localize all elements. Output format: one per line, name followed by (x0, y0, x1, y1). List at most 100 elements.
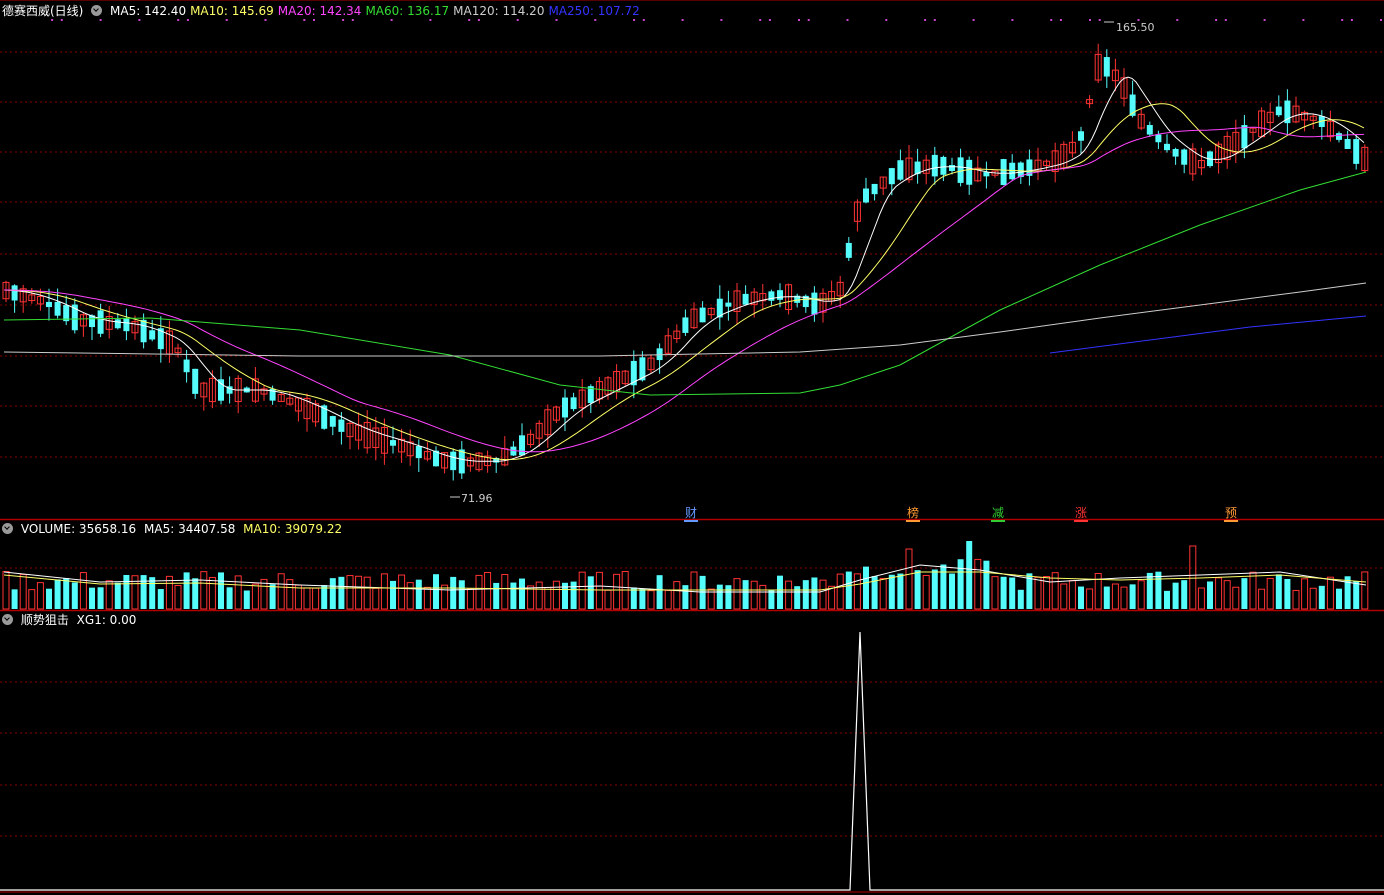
volume-bar (1009, 577, 1016, 609)
volume-bar (1223, 580, 1231, 610)
top-marker-dot (429, 19, 432, 21)
event-marker[interactable]: 预 (1224, 506, 1239, 522)
candle-body (458, 449, 465, 474)
top-marker-dot (99, 19, 102, 21)
candle-body (140, 319, 147, 343)
top-marker-dot (303, 19, 306, 21)
candle-body (983, 172, 990, 177)
top-marker-dot (1011, 19, 1014, 21)
ma20-line (4, 126, 1365, 453)
volume-bar (277, 573, 285, 610)
volume-bar (819, 579, 827, 610)
ma-legend-item: MA60: 136.17 (365, 4, 450, 18)
event-marker[interactable]: 减 (991, 506, 1006, 522)
top-marker-dot (1215, 19, 1218, 21)
candle-body (46, 301, 52, 308)
top-marker-dot (768, 19, 771, 21)
stock-title[interactable]: 德赛西威(日线) (2, 4, 83, 18)
volume-bar (1078, 586, 1084, 609)
volume-bar (949, 573, 955, 609)
volume-bar (1155, 571, 1162, 609)
volume-bar (63, 578, 70, 609)
candle-body (1172, 149, 1179, 157)
volume-bar (174, 584, 182, 610)
candle-body (192, 368, 199, 394)
indicator-chevron-icon[interactable] (2, 614, 13, 625)
ma-legend: MA5: 142.40 MA10: 145.69 MA20: 142.34 MA60:… (110, 4, 644, 18)
candle-body (1164, 143, 1170, 151)
volume-bar (372, 587, 380, 610)
candle-body (1344, 139, 1351, 149)
volume-bar (1266, 577, 1274, 610)
top-marker-dot (516, 19, 519, 21)
volume-bar (1189, 545, 1197, 610)
volume-bar (1361, 571, 1369, 610)
volume-bar (28, 589, 36, 610)
volume-chevron-icon[interactable] (2, 523, 13, 534)
volume-bar (604, 589, 612, 610)
kline-chart[interactable]: 165.50 71.96 (0, 0, 1384, 895)
candle-body (562, 397, 568, 418)
volume-bar (1249, 571, 1257, 610)
volume-bar (1232, 586, 1240, 610)
top-marker-dot (1098, 19, 1101, 21)
collapse-chevron-icon[interactable] (91, 5, 103, 16)
event-marker[interactable]: 涨 (1074, 506, 1089, 522)
volume-bar (1034, 576, 1042, 610)
top-marker-dot (642, 19, 645, 21)
volume-bar (46, 588, 52, 609)
volume-bar (131, 575, 139, 610)
volume-bar (1111, 583, 1119, 610)
volume-bar (664, 590, 672, 610)
volume-bar (1215, 577, 1223, 610)
top-marker-dot (468, 19, 471, 21)
volume-bar (149, 577, 156, 609)
top-marker-dot (177, 19, 180, 21)
volume-bar (208, 576, 216, 610)
volume-bar (966, 541, 973, 609)
volume-bar (595, 571, 603, 610)
top-marker-dot (594, 19, 597, 21)
candle-body (940, 156, 947, 175)
candle-body (54, 301, 61, 316)
top-marker-dot (60, 19, 63, 21)
volume-bar (363, 576, 371, 610)
top-marker-dot (1224, 19, 1227, 21)
volume-bar (312, 587, 320, 610)
volume-bar (811, 577, 818, 609)
volume-bar (441, 584, 449, 610)
volume-bar (1336, 588, 1342, 609)
candle-body (218, 379, 224, 401)
volume-bar (897, 573, 904, 609)
volume-bar (578, 571, 586, 610)
volume-bar (97, 587, 104, 609)
top-marker-dot (1302, 19, 1305, 21)
top-marker-dot (885, 19, 888, 21)
top-marker-dot (477, 19, 480, 21)
ma250-line (1049, 315, 1367, 354)
candle-body (450, 451, 457, 471)
volume-bar (458, 580, 465, 609)
volume-ma10: MA10: 39079.22 (243, 522, 343, 536)
volume-bar (1103, 586, 1110, 609)
volume-bar (613, 573, 621, 610)
volume-bar (11, 589, 18, 609)
candle-body (415, 445, 422, 459)
volume-bar (1129, 584, 1136, 609)
volume-bar (1017, 589, 1024, 609)
event-marker[interactable]: 榜 (906, 506, 921, 522)
volume-bar (974, 558, 982, 610)
top-marker-dot (342, 19, 345, 21)
indicator-name[interactable]: 顺势狙击 (21, 613, 69, 627)
volume-bar (105, 580, 113, 610)
candle-body (742, 293, 749, 305)
volume-bar (260, 578, 268, 610)
event-marker[interactable]: 财 (684, 506, 699, 522)
volume-bar (1060, 583, 1068, 610)
volume-bar (1172, 582, 1179, 609)
candle-body (957, 157, 964, 183)
volume-bar (785, 580, 793, 610)
candle-body (1275, 106, 1282, 116)
top-marker-dot (759, 19, 762, 21)
volume-bar (630, 587, 637, 609)
